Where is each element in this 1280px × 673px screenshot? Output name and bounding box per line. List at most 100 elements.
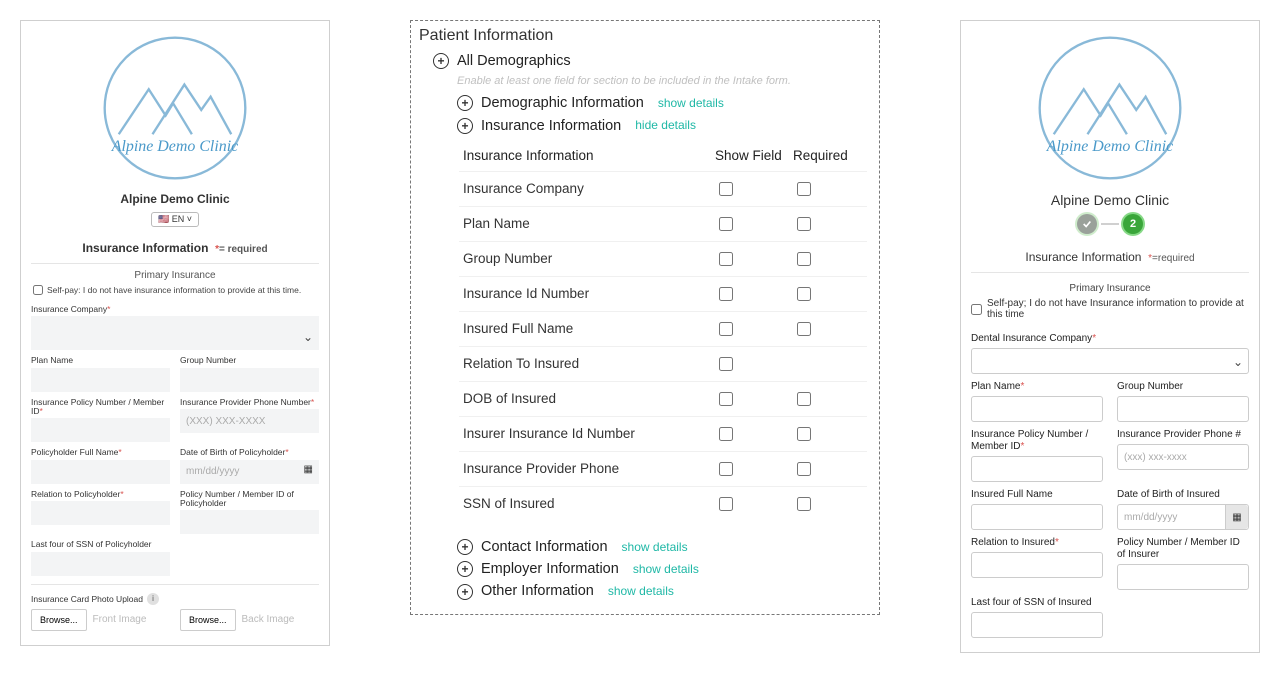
front-image-label: Front Image xyxy=(93,614,147,625)
selfpay-checkbox-row[interactable]: Self-pay; I do not have Insurance inform… xyxy=(971,294,1249,326)
required-checkbox[interactable] xyxy=(797,322,811,336)
clinic-name: Alpine Demo Clinic xyxy=(971,192,1249,208)
show-field-checkbox[interactable] xyxy=(719,462,733,476)
intake-form-right: Alpine Demo Clinic Alpine Demo Clinic 2 … xyxy=(960,20,1260,653)
group-number-label: Group Number xyxy=(1117,381,1249,393)
table-row: Group Number xyxy=(459,241,867,276)
svg-text:Alpine Demo Clinic: Alpine Demo Clinic xyxy=(111,138,238,155)
settings-panel: Patient Information + All Demographics E… xyxy=(410,20,880,615)
insurance-company-label: Insurance Company* xyxy=(31,305,319,314)
intake-form-left: Alpine Demo Clinic Alpine Demo Clinic 🇺🇸… xyxy=(20,20,330,646)
show-details-link[interactable]: show details xyxy=(608,583,674,600)
group-number-input[interactable] xyxy=(1117,396,1249,422)
selfpay-checkbox-row[interactable]: Self-pay: I do not have insurance inform… xyxy=(31,285,319,299)
member-id-input[interactable] xyxy=(180,510,319,534)
relation-insured-input[interactable] xyxy=(971,552,1103,578)
required-checkbox[interactable] xyxy=(797,182,811,196)
field-name-cell: Relation To Insured xyxy=(459,346,711,381)
ssn-insured-input[interactable] xyxy=(971,612,1103,638)
expand-icon[interactable]: + xyxy=(457,561,473,577)
expand-icon[interactable]: + xyxy=(433,53,449,69)
required-checkbox[interactable] xyxy=(797,287,811,301)
show-field-checkbox[interactable] xyxy=(719,252,733,266)
field-name-cell: Insured Full Name xyxy=(459,311,711,346)
insurance-fields-table: Insurance Information Show Field Require… xyxy=(459,142,867,521)
field-name-cell: Group Number xyxy=(459,241,711,276)
member-id-label: Policy Number / Member ID of Policyholde… xyxy=(180,490,319,509)
hide-details-link[interactable]: hide details xyxy=(635,117,696,134)
show-details-link[interactable]: show details xyxy=(658,95,724,112)
section-title: Insurance Information *= required xyxy=(31,241,319,255)
employer-info-node[interactable]: + Employer Information show details xyxy=(415,559,867,579)
selfpay-checkbox[interactable] xyxy=(33,285,43,295)
browse-back-button[interactable]: Browse... xyxy=(180,609,236,631)
required-checkbox[interactable] xyxy=(797,252,811,266)
clinic-logo: Alpine Demo Clinic xyxy=(971,29,1249,186)
relation-insured-label: Relation to Insured* xyxy=(971,537,1103,549)
field-name-cell: Insurance Company xyxy=(459,171,711,206)
calendar-icon: ▦ xyxy=(304,464,313,475)
insured-name-input[interactable] xyxy=(971,504,1103,530)
insurance-company-select[interactable] xyxy=(31,316,319,350)
language-select[interactable]: 🇺🇸 EN ˅ xyxy=(151,212,199,227)
expand-icon[interactable]: + xyxy=(457,584,473,600)
group-number-input[interactable] xyxy=(180,368,319,392)
other-info-node[interactable]: + Other Information show details xyxy=(415,581,867,601)
relation-input[interactable] xyxy=(31,501,170,525)
plan-name-input[interactable] xyxy=(971,396,1103,422)
show-details-link[interactable]: show details xyxy=(622,539,688,556)
plan-name-input[interactable] xyxy=(31,368,170,392)
policy-number-label: Insurance Policy Number / Member ID* xyxy=(31,398,170,417)
contact-info-node[interactable]: + Contact Information show details xyxy=(415,537,867,557)
show-field-checkbox[interactable] xyxy=(719,322,733,336)
show-field-checkbox[interactable] xyxy=(719,392,733,406)
insurance-info-node[interactable]: + Insurance Information hide details xyxy=(415,116,867,136)
show-field-checkbox[interactable] xyxy=(719,287,733,301)
required-checkbox[interactable] xyxy=(797,392,811,406)
col-required: Required xyxy=(789,142,867,172)
dob-policyholder-label: Date of Birth of Policyholder* xyxy=(180,448,319,457)
expand-icon[interactable]: + xyxy=(457,118,473,134)
ssn-label: Last four of SSN of Policyholder xyxy=(31,540,170,549)
field-name-cell: Plan Name xyxy=(459,206,711,241)
dental-company-select[interactable] xyxy=(971,348,1249,374)
show-field-checkbox[interactable] xyxy=(719,497,733,511)
primary-insurance-title: Primary Insurance xyxy=(31,270,319,281)
table-row: Insurance Company xyxy=(459,171,867,206)
svg-text:Alpine Demo Clinic: Alpine Demo Clinic xyxy=(1046,138,1173,155)
insurer-member-id-input[interactable] xyxy=(1117,564,1249,590)
primary-insurance-title: Primary Insurance xyxy=(971,283,1249,294)
show-details-link[interactable]: show details xyxy=(633,561,699,578)
provider-phone-input[interactable] xyxy=(180,409,319,433)
ssn-input[interactable] xyxy=(31,552,170,576)
field-name-cell: SSN of Insured xyxy=(459,486,711,521)
step-2-current: 2 xyxy=(1123,214,1143,234)
browse-front-button[interactable]: Browse... xyxy=(31,609,87,631)
dob-policyholder-input[interactable] xyxy=(180,460,319,484)
plan-name-label: Plan Name xyxy=(31,356,170,365)
all-demographics-node[interactable]: + All Demographics xyxy=(415,51,867,71)
selfpay-checkbox[interactable] xyxy=(971,304,982,315)
provider-phone-input[interactable] xyxy=(1117,444,1249,470)
show-field-checkbox[interactable] xyxy=(719,217,733,231)
expand-icon[interactable]: + xyxy=(457,95,473,111)
expand-icon[interactable]: + xyxy=(457,539,473,555)
show-field-checkbox[interactable] xyxy=(719,427,733,441)
clinic-name: Alpine Demo Clinic xyxy=(31,192,319,206)
clinic-logo: Alpine Demo Clinic xyxy=(31,29,319,186)
required-checkbox[interactable] xyxy=(797,427,811,441)
demographic-info-node[interactable]: + Demographic Information show details xyxy=(415,93,867,113)
table-row: DOB of Insured xyxy=(459,381,867,416)
show-field-checkbox[interactable] xyxy=(719,357,733,371)
policyholder-name-input[interactable] xyxy=(31,460,170,484)
required-checkbox[interactable] xyxy=(797,462,811,476)
show-field-checkbox[interactable] xyxy=(719,182,733,196)
step-1-done xyxy=(1077,214,1097,234)
policy-number-input[interactable] xyxy=(971,456,1103,482)
info-icon: i xyxy=(147,593,159,605)
calendar-icon: ▦ xyxy=(1225,505,1248,529)
required-checkbox[interactable] xyxy=(797,217,811,231)
policy-number-input[interactable] xyxy=(31,418,170,442)
col-name: Insurance Information xyxy=(459,142,711,172)
required-checkbox[interactable] xyxy=(797,497,811,511)
